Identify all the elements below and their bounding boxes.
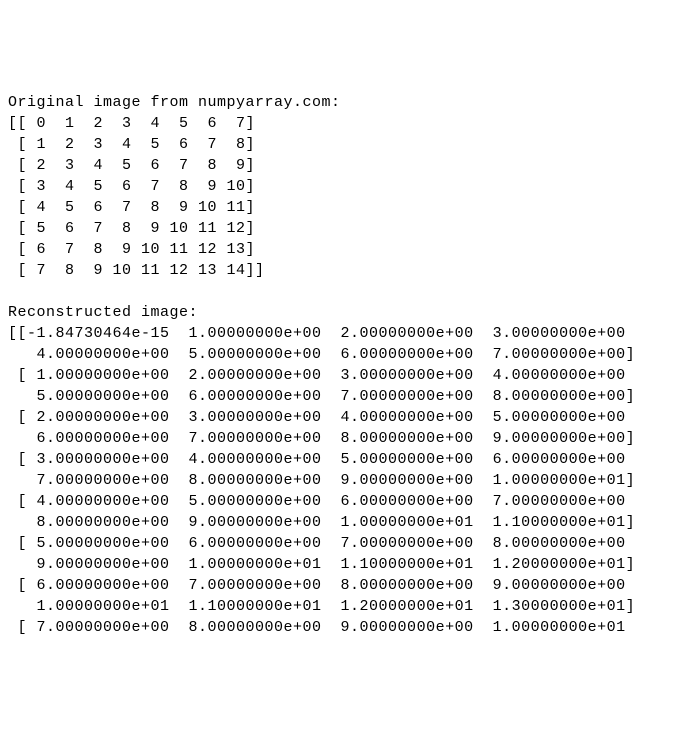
console-output: Original image from numpyarray.com: [[ 0… — [8, 92, 682, 638]
